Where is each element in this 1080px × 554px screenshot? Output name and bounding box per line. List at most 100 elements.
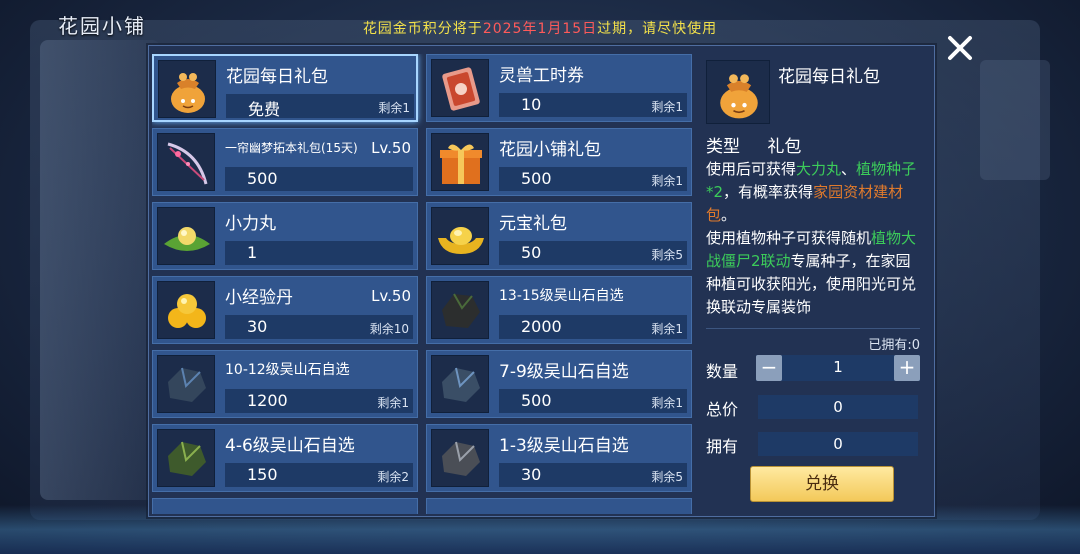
desc-text: 使用后可获得 <box>706 160 797 178</box>
item-name: 10-12级吴山石自选 <box>225 362 350 378</box>
price-bar: 500 剩余1 <box>499 167 687 191</box>
quantity-label: 数量 <box>706 362 739 381</box>
item-card-partial[interactable] <box>426 498 692 514</box>
expiry-notice: 花园金币积分将于2025年1月15日过期，请尽快使用 <box>0 18 1080 38</box>
pill-on-leaf-icon <box>157 207 215 265</box>
item-detail-panel: 花园每日礼包 类型 礼包 使用后可获得大力丸、植物种子*2，有概率获得家园资材建… <box>700 54 928 514</box>
blue-stone-icon <box>157 355 215 413</box>
close-button[interactable] <box>944 33 976 65</box>
item-name: 花园每日礼包 <box>226 67 328 87</box>
close-icon <box>948 36 972 60</box>
item-card-partial[interactable] <box>152 498 418 514</box>
item-card-wushan-stone-10-12[interactable]: 10-12级吴山石自选 1200 剩余1 <box>152 350 418 418</box>
item-name: 花园小铺礼包 <box>499 140 601 160</box>
desc-text: 、 <box>841 160 857 178</box>
item-price: 30 <box>247 317 268 336</box>
notice-date: 2025年1月15日 <box>482 21 598 37</box>
detail-description: 使用后可获得大力丸、植物种子*2，有概率获得家园资材建材包。 使用植物种子可获得随… <box>706 158 924 319</box>
gift-box-icon <box>431 133 489 191</box>
item-remaining: 剩余1 <box>651 396 683 410</box>
price-bar: 30 剩余5 <box>499 463 687 487</box>
desc-highlight: 大力丸 <box>796 160 842 178</box>
notice-suffix: 过期，请尽快使用 <box>597 21 718 37</box>
background-left-page <box>40 40 160 500</box>
bow-weapon-icon <box>157 133 215 191</box>
price-bar: 50 剩余5 <box>499 241 687 265</box>
have-value: 0 <box>758 432 918 456</box>
item-grid[interactable]: 花园每日礼包 免费 剩余1 灵兽工时券 10 剩余1 一帘幽梦拓本礼包(15天)… <box>152 54 694 514</box>
item-remaining: 剩余1 <box>377 396 409 410</box>
golden-pills-icon <box>157 281 215 339</box>
exchange-button[interactable]: 兑换 <box>750 466 894 502</box>
cloth-bag-icon <box>158 60 216 118</box>
price-bar: 30 剩余10 <box>225 315 413 339</box>
price-bar: 1 <box>225 241 413 265</box>
price-bar: 10 剩余1 <box>499 93 687 117</box>
item-name: 4-6级吴山石自选 <box>225 436 355 456</box>
price-bar: 1200 剩余1 <box>225 389 413 413</box>
total-price-value: 0 <box>758 395 918 419</box>
item-remaining: 剩余5 <box>651 248 683 262</box>
gold-ingot-icon <box>431 207 489 265</box>
have-label: 拥有 <box>706 437 739 456</box>
item-remaining: 剩余5 <box>651 470 683 484</box>
item-price: 500 <box>521 169 552 188</box>
grey-stone-icon <box>431 429 489 487</box>
item-name: 一帘幽梦拓本礼包(15天) <box>225 141 358 155</box>
item-level-requirement: Lv.50 <box>371 139 411 157</box>
item-price: 50 <box>521 243 542 262</box>
price-bar: 2000 剩余1 <box>499 315 687 339</box>
type-label: 类型 <box>706 137 740 157</box>
total-price-label: 总价 <box>706 400 739 419</box>
item-remaining: 剩余1 <box>651 174 683 188</box>
item-name: 1-3级吴山石自选 <box>499 436 629 456</box>
item-name: 小力丸 <box>225 214 276 234</box>
item-card-dream-bow-pack[interactable]: 一帘幽梦拓本礼包(15天) Lv.50 500 <box>152 128 418 196</box>
item-price: 500 <box>521 391 552 410</box>
desc-text: 使用植物种子可获得随机 <box>706 229 872 247</box>
item-card-garden-shop-pack[interactable]: 花园小铺礼包 500 剩余1 <box>426 128 692 196</box>
item-card-wushan-stone-7-9[interactable]: 7-9级吴山石自选 500 剩余1 <box>426 350 692 418</box>
item-card-garden-daily-pack[interactable]: 花园每日礼包 免费 剩余1 <box>152 54 418 122</box>
item-name: 元宝礼包 <box>499 214 567 234</box>
ticket-icon <box>431 59 489 117</box>
item-name: 13-15级吴山石自选 <box>499 288 624 304</box>
item-name: 小经验丹 <box>225 288 293 308</box>
item-card-small-strength-pill[interactable]: 小力丸 1 <box>152 202 418 270</box>
price-bar: 免费 剩余1 <box>226 94 414 119</box>
item-name: 灵兽工时券 <box>499 66 584 86</box>
desc-text: ，有概率获得 <box>723 183 814 201</box>
price-bar: 500 <box>225 167 413 191</box>
item-name: 7-9级吴山石自选 <box>499 362 629 382</box>
item-card-wushan-stone-4-6[interactable]: 4-6级吴山石自选 150 剩余2 <box>152 424 418 492</box>
item-price: 10 <box>521 95 542 114</box>
detail-item-name: 花园每日礼包 <box>778 67 880 87</box>
quantity-stepper[interactable]: − 1 + <box>756 355 920 381</box>
cloth-bag-icon <box>706 60 770 124</box>
item-level-requirement: Lv.50 <box>371 287 411 305</box>
price-bar: 500 剩余1 <box>499 389 687 413</box>
item-price: 1 <box>247 243 258 262</box>
divider <box>706 328 920 329</box>
background-right-decoration <box>980 60 1050 180</box>
item-price: 500 <box>247 169 278 188</box>
item-card-small-exp-pill[interactable]: 小经验丹 Lv.50 30 剩余10 <box>152 276 418 344</box>
item-card-beast-work-ticket[interactable]: 灵兽工时券 10 剩余1 <box>426 54 692 122</box>
item-remaining: 剩余1 <box>651 322 683 336</box>
desc-text: 。 <box>721 206 737 224</box>
detail-type-row: 类型 礼包 <box>706 132 801 157</box>
item-card-wushan-stone-1-3[interactable]: 1-3级吴山石自选 30 剩余5 <box>426 424 692 492</box>
item-price: 30 <box>521 465 542 484</box>
plus-button[interactable]: + <box>894 355 920 381</box>
dark-stone-icon <box>431 281 489 339</box>
item-card-wushan-stone-13-15[interactable]: 13-15级吴山石自选 2000 剩余1 <box>426 276 692 344</box>
item-price: 1200 <box>247 391 288 410</box>
item-remaining: 剩余10 <box>369 322 409 336</box>
notice-prefix: 花园金币积分将于 <box>362 21 483 37</box>
item-card-ingot-pack[interactable]: 元宝礼包 50 剩余5 <box>426 202 692 270</box>
item-remaining: 剩余2 <box>377 470 409 484</box>
price-bar: 150 剩余2 <box>225 463 413 487</box>
item-price: 2000 <box>521 317 562 336</box>
blue-stone-icon <box>431 355 489 413</box>
item-price: 免费 <box>248 100 281 119</box>
